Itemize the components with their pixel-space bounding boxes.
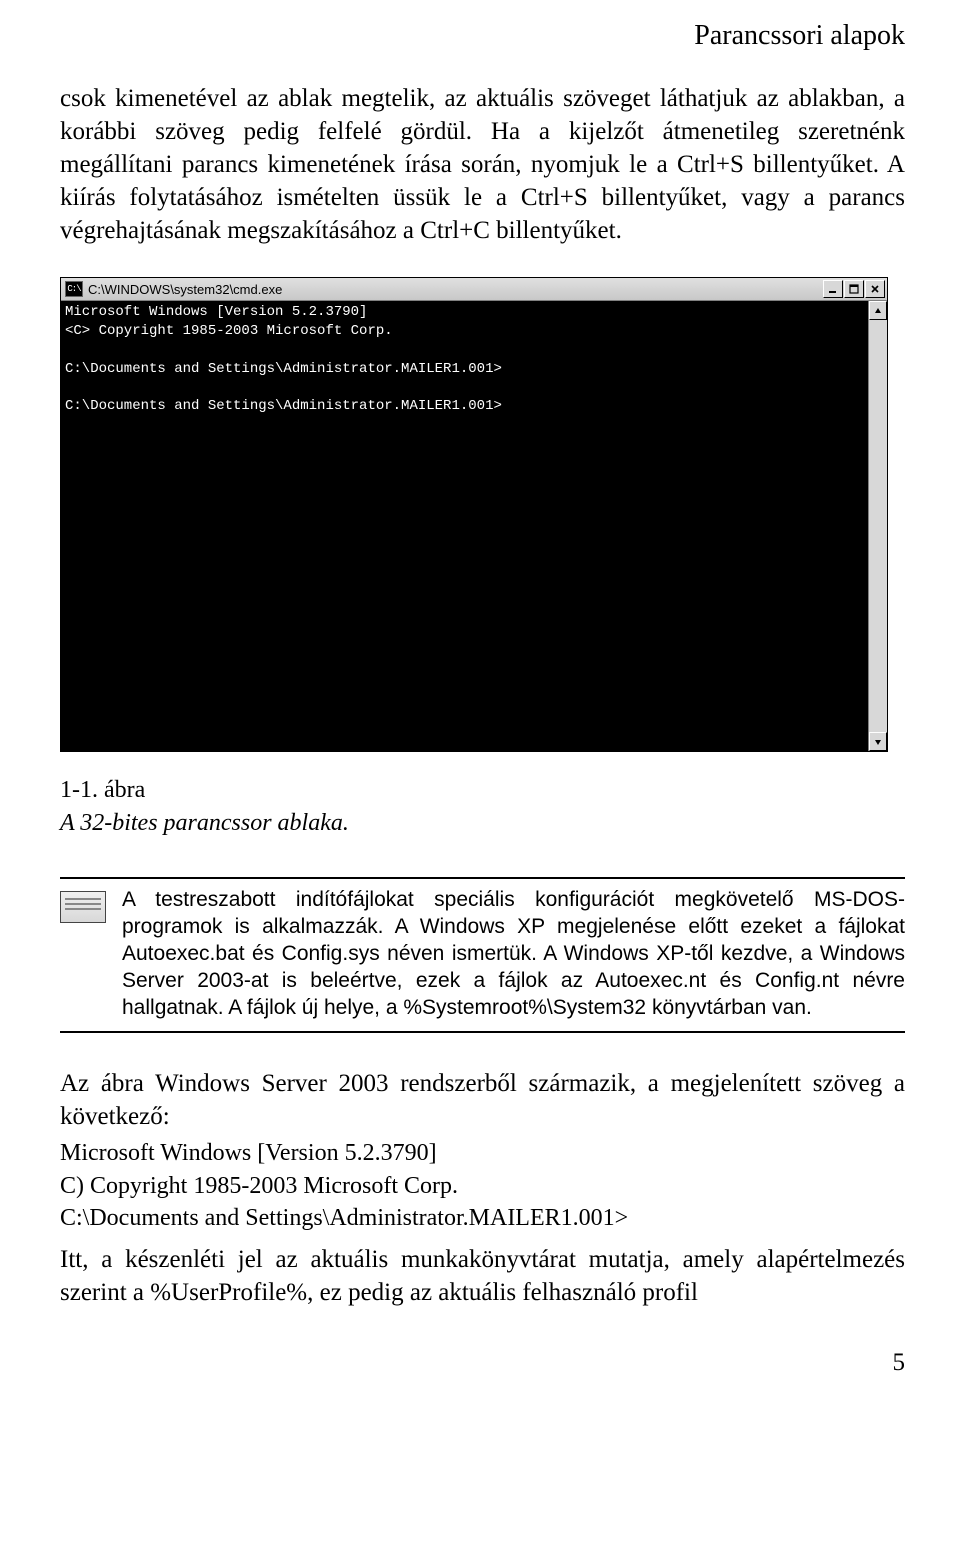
paragraph-3: Itt, a készenléti jel az aktuális munkak… — [60, 1243, 905, 1309]
terminal-line: <C> Copyright 1985-2003 Microsoft Corp. — [65, 323, 393, 339]
paragraph-2: Az ábra Windows Server 2003 rendszerből … — [60, 1067, 905, 1133]
page-header: Parancssori alapok — [60, 20, 905, 52]
paragraph-1: csok kimenetével az ablak megtelik, az a… — [60, 82, 905, 247]
code-line: C) Copyright 1985-2003 Microsoft Corp. — [60, 1170, 905, 1202]
note-box: A testreszabott indítófájlokat speciális… — [60, 877, 905, 1033]
close-button[interactable] — [865, 280, 885, 298]
terminal-output[interactable]: Microsoft Windows [Version 5.2.3790] <C>… — [61, 301, 868, 751]
figure-caption: A 32-bites parancssor ablaka. — [60, 810, 905, 837]
code-line: Microsoft Windows [Version 5.2.3790] — [60, 1137, 905, 1169]
scrollbar[interactable] — [868, 301, 887, 751]
scroll-track[interactable] — [869, 320, 887, 732]
terminal-line: Microsoft Windows [Version 5.2.3790] — [65, 304, 367, 320]
figure-label: 1-1. ábra — [60, 777, 905, 804]
scroll-down-button[interactable] — [869, 732, 887, 751]
code-line: C:\Documents and Settings\Administrator.… — [60, 1202, 905, 1234]
minimize-button[interactable] — [823, 280, 843, 298]
terminal-line: C:\Documents and Settings\Administrator.… — [65, 398, 502, 414]
window-title: C:\WINDOWS\system32\cmd.exe — [88, 282, 823, 297]
note-icon — [60, 891, 106, 923]
maximize-button[interactable] — [844, 280, 864, 298]
titlebar[interactable]: C:\ C:\WINDOWS\system32\cmd.exe — [61, 278, 887, 301]
cmd-window: C:\ C:\WINDOWS\system32\cmd.exe Microsof… — [60, 277, 888, 752]
page-number: 5 — [60, 1349, 905, 1377]
cmd-icon: C:\ — [65, 281, 83, 297]
scroll-up-button[interactable] — [869, 301, 887, 320]
note-text: A testreszabott indítófájlokat speciális… — [122, 887, 905, 1021]
terminal-line: C:\Documents and Settings\Administrator.… — [65, 361, 502, 377]
